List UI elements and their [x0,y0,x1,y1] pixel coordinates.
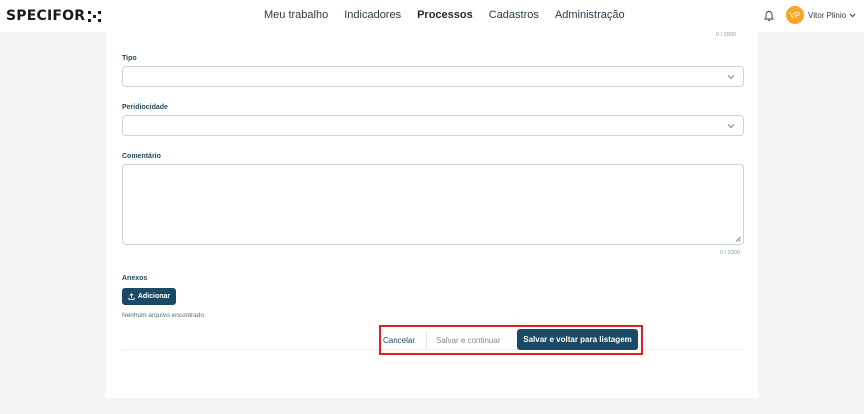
anexos-label: Anexos [122,275,148,282]
chevron-down-icon [849,13,856,18]
periodicidade-label: Peridiocidade [122,104,168,111]
tipo-select[interactable] [122,66,744,87]
comentario-label: Comentário [122,153,161,160]
chevron-down-icon [727,75,735,80]
top-navbar: SPECIFOR Meu trabalho Indicadores Proces… [0,0,864,32]
user-avatar[interactable]: VP [786,6,804,24]
add-attachment-button[interactable]: Adicionar [122,288,176,305]
cancel-label: Cancelar [383,336,416,345]
avatar-initials: VP [789,10,801,20]
user-name-label: Vitor Plinio [808,11,847,20]
nav-item-processos[interactable]: Processos [417,9,473,21]
save-and-back-label: Salvar e voltar para listagem [523,335,632,344]
bell-icon[interactable] [763,10,775,22]
empty-attachments-text: Nenhum arquivo encontrado [122,312,205,319]
save-and-back-button[interactable]: Salvar e voltar para listagem [517,329,638,350]
actions-separator [426,331,427,350]
periodicidade-select[interactable] [122,115,744,136]
upload-icon [128,293,135,300]
comentario-textarea[interactable] [122,164,744,245]
nav-item-meu-trabalho[interactable]: Meu trabalho [264,9,328,21]
comentario-char-counter: 0 / 2000 [720,250,740,256]
chevron-down-icon [727,124,735,129]
logo-dots-icon [88,11,102,22]
save-and-continue-button[interactable]: Salvar e continuar [436,332,500,349]
char-counter-top: 0 / 2000 [716,32,736,38]
logo-text: SPECIFOR [6,8,86,24]
nav-item-indicadores[interactable]: Indicadores [344,9,401,21]
user-menu[interactable]: Vitor Plinio [808,11,856,20]
resize-grip-icon[interactable] [735,236,741,242]
add-attachment-label: Adicionar [137,293,171,300]
save-and-continue-label: Salvar e continuar [436,336,501,345]
cancel-button[interactable]: Cancelar [383,332,415,349]
nav-item-administracao[interactable]: Administração [555,9,625,21]
specifor-logo[interactable]: SPECIFOR [6,8,102,24]
tipo-label: Tipo [122,55,137,62]
main-nav: Meu trabalho Indicadores Processos Cadas… [264,9,641,21]
nav-item-cadastros[interactable]: Cadastros [489,9,539,21]
